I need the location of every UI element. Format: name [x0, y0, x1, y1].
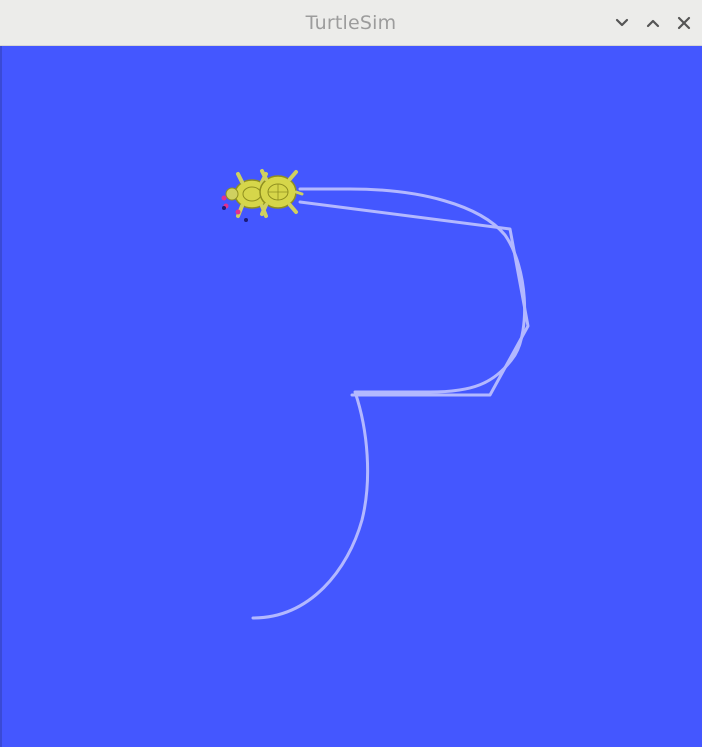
title-bar[interactable]: TurtleSim: [0, 0, 702, 46]
turtlesim-window: TurtleSim: [0, 0, 702, 747]
pen-trail-curve: [251, 187, 527, 620]
turtle-sprite: [221, 169, 304, 222]
window-title: TurtleSim: [305, 12, 397, 34]
turtle-canvas[interactable]: [0, 46, 702, 747]
close-button[interactable]: [672, 11, 696, 35]
pen-trail-polyline: [298, 200, 530, 397]
close-icon: [677, 16, 691, 30]
maximize-button[interactable]: [641, 11, 665, 35]
chevron-down-icon: [615, 18, 629, 27]
chevron-up-icon: [646, 19, 660, 28]
minimize-button[interactable]: [610, 11, 634, 35]
